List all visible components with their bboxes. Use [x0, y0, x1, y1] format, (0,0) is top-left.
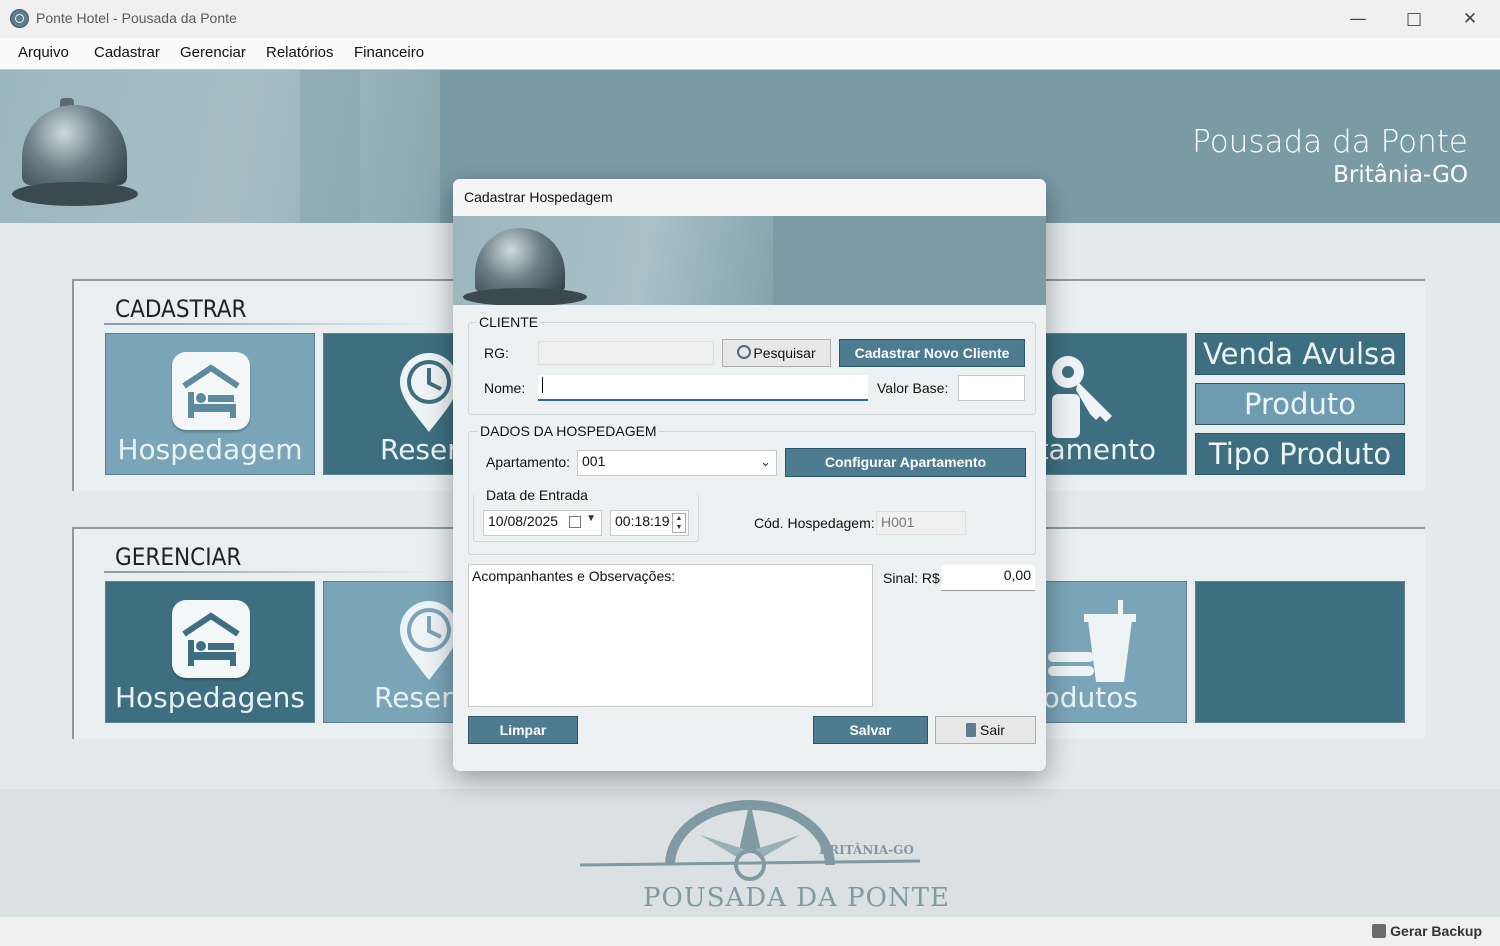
limpar-button[interactable]: Limpar — [468, 716, 578, 744]
gerenciar-title: GERENCIAR — [115, 543, 242, 571]
banner-title: Pousada da Ponte — [1192, 124, 1468, 160]
cadastrar-title: CADASTRAR — [115, 295, 247, 323]
text-cursor — [542, 377, 543, 393]
logo-place: BRITÂNIA-GO — [819, 843, 914, 857]
sair-button[interactable]: Sair — [935, 716, 1036, 744]
tile-hospedagem[interactable]: Hospedagem — [105, 333, 315, 475]
dropdown-arrow-icon: ▼ — [586, 513, 596, 524]
time-picker[interactable]: 00:18:19 ▲ ▼ — [610, 510, 689, 536]
menu-gerenciar[interactable]: Gerenciar — [180, 44, 246, 61]
title-bar: Ponte Hotel - Pousada da Ponte — □ ✕ — [0, 0, 1500, 38]
dialog-banner — [453, 216, 1046, 305]
venda-avulsa-button[interactable]: Venda Avulsa — [1195, 333, 1405, 375]
date-value: 10/08/2025 — [488, 513, 559, 529]
tile-empty[interactable] — [1195, 581, 1405, 723]
maximize-button[interactable]: □ — [1386, 0, 1442, 38]
chevron-down-icon: ⌄ — [760, 454, 771, 469]
rg-label: RG: — [484, 345, 509, 361]
nome-field[interactable] — [538, 375, 868, 401]
section-divider — [104, 323, 434, 325]
nome-label: Nome: — [484, 380, 526, 396]
menu-bar: Arquivo Cadastrar Gerenciar Relatórios F… — [0, 38, 1500, 70]
pesquisar-button[interactable]: Pesquisar — [722, 339, 831, 367]
menu-relatorios[interactable]: Relatórios — [266, 44, 334, 61]
bed-icon — [172, 352, 250, 430]
data-entrada-caption: Data de Entrada — [484, 487, 590, 503]
clock-pin-icon — [398, 352, 460, 438]
key-icon — [1048, 350, 1118, 444]
sinal-field[interactable]: 0,00 — [941, 565, 1035, 591]
gerar-backup-button[interactable]: Gerar Backup — [1372, 923, 1482, 939]
banner-photo-shade — [300, 70, 360, 223]
tipo-produto-button[interactable]: Tipo Produto — [1195, 433, 1405, 475]
status-bar: Gerar Backup — [0, 917, 1500, 946]
observacoes-label: Acompanhantes e Observações: — [472, 568, 676, 584]
section-divider — [104, 571, 434, 573]
salvar-button[interactable]: Salvar — [813, 716, 928, 744]
cadastrar-hospedagem-dialog: Cadastrar Hospedagem CLIENTE RG: Pesquis… — [453, 179, 1046, 771]
apartamento-label: Apartamento: — [486, 454, 571, 470]
observacoes-textarea[interactable]: Acompanhantes e Observações: — [468, 564, 873, 707]
time-value: 00:18:19 — [615, 513, 670, 529]
cod-hospedagem-field[interactable]: H001 — [876, 511, 966, 535]
save-disk-icon — [1372, 924, 1387, 938]
dados-hospedagem-caption: DADOS DA HOSPEDAGEM — [478, 423, 659, 439]
window-title: Ponte Hotel - Pousada da Ponte — [36, 10, 237, 26]
apartamento-value: 001 — [582, 453, 606, 469]
minimize-button[interactable]: — — [1330, 0, 1386, 38]
cliente-group: CLIENTE — [468, 314, 1036, 415]
food-drink-icon — [1048, 600, 1138, 688]
tile-hospedagens[interactable]: Hospedagens — [105, 581, 315, 723]
clock-pin-icon — [398, 600, 460, 686]
cod-hospedagem-label: Cód. Hospedagem: — [754, 515, 875, 531]
configurar-apartamento-button[interactable]: Configurar Apartamento — [785, 448, 1026, 477]
close-button[interactable]: ✕ — [1442, 0, 1498, 38]
valor-base-field[interactable] — [958, 375, 1025, 401]
dialog-title-bar: Cadastrar Hospedagem — [453, 179, 1046, 216]
spinner-icon[interactable]: ▲ ▼ — [672, 513, 686, 533]
menu-arquivo[interactable]: Arquivo — [18, 44, 69, 61]
produto-button[interactable]: Produto — [1195, 383, 1405, 425]
apartamento-select[interactable]: 001 ⌄ — [577, 450, 777, 476]
sair-label: Sair — [980, 722, 1005, 738]
date-picker[interactable]: 10/08/2025 ▼ — [483, 510, 602, 536]
rg-field[interactable] — [538, 341, 714, 365]
pesquisar-label: Pesquisar — [753, 345, 816, 361]
dialog-title: Cadastrar Hospedagem — [464, 189, 613, 205]
tile-label: Hospedagens — [114, 681, 306, 714]
bell-base — [463, 288, 587, 305]
logo-name: POUSADA DA PONTE — [643, 883, 950, 913]
calendar-icon — [569, 516, 581, 528]
footer: BRITÂNIA-GO POUSADA DA PONTE — [0, 789, 1500, 917]
tile-label: Hospedagem — [117, 433, 303, 466]
backup-label: Gerar Backup — [1390, 923, 1482, 939]
valor-base-label: Valor Base: — [877, 380, 949, 396]
banner-subtitle: Britânia-GO — [1333, 162, 1468, 188]
menu-cadastrar[interactable]: Cadastrar — [94, 44, 160, 61]
menu-financeiro[interactable]: Financeiro — [354, 44, 424, 61]
app-icon — [10, 9, 29, 28]
bed-icon — [172, 600, 250, 678]
search-icon — [737, 345, 752, 359]
sinal-label: Sinal: R$ — [883, 570, 940, 586]
exit-door-icon — [966, 723, 977, 737]
cliente-caption: CLIENTE — [477, 314, 541, 330]
bell-base — [12, 182, 138, 206]
compass-logo-icon — [579, 795, 921, 889]
cadastrar-novo-cliente-button[interactable]: Cadastrar Novo Cliente — [839, 339, 1025, 367]
